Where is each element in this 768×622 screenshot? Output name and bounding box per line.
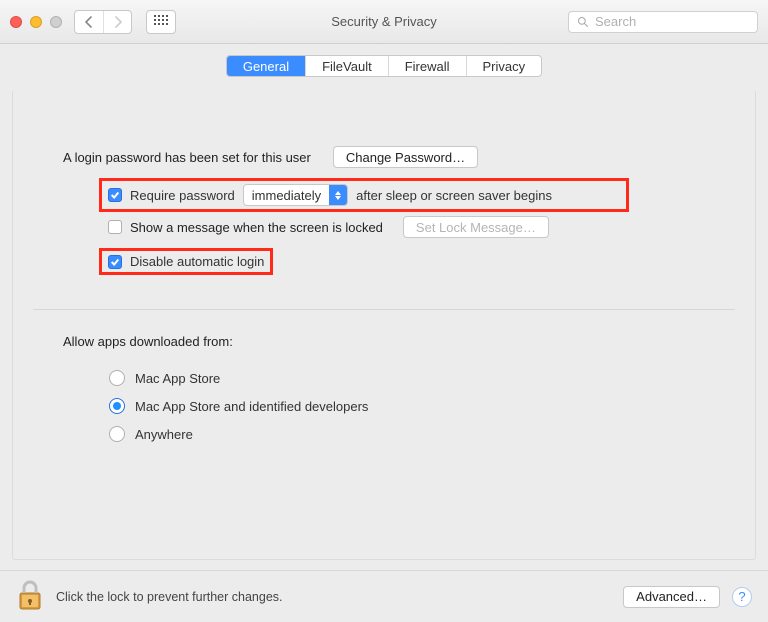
radio-button[interactable] <box>109 426 125 442</box>
advanced-button[interactable]: Advanced… <box>623 586 720 608</box>
login-section: A login password has been set for this u… <box>13 116 755 297</box>
disable-auto-login-highlight: Disable automatic login <box>99 248 273 275</box>
require-password-highlight: Require password immediately after sleep… <box>99 178 629 212</box>
gatekeeper-section: Allow apps downloaded from: Mac App Stor… <box>13 310 755 468</box>
tab-firewall[interactable]: Firewall <box>388 56 466 76</box>
gatekeeper-option-identified[interactable]: Mac App Store and identified developers <box>63 392 705 420</box>
body: General FileVault Firewall Privacy A log… <box>0 44 768 570</box>
tab-label: General <box>243 59 289 74</box>
gatekeeper-option-anywhere[interactable]: Anywhere <box>63 420 705 448</box>
radio-label: Anywhere <box>135 427 193 442</box>
tab-privacy[interactable]: Privacy <box>466 56 542 76</box>
set-lock-message-button[interactable]: Set Lock Message… <box>403 216 549 238</box>
change-password-button[interactable]: Change Password… <box>333 146 478 168</box>
show-message-row: Show a message when the screen is locked… <box>99 214 705 240</box>
radio-label: Mac App Store and identified developers <box>135 399 368 414</box>
password-set-row: A login password has been set for this u… <box>63 144 705 170</box>
login-options: Require password immediately after sleep… <box>63 176 705 277</box>
disable-auto-login-checkbox[interactable] <box>108 255 122 269</box>
select-stepper-icon <box>329 185 347 205</box>
password-set-text: A login password has been set for this u… <box>63 150 311 165</box>
search-placeholder: Search <box>595 14 636 29</box>
tabs: General FileVault Firewall Privacy <box>226 55 542 77</box>
require-password-checkbox[interactable] <box>108 188 122 202</box>
zoom-button[interactable] <box>50 16 62 28</box>
tab-general[interactable]: General <box>227 56 305 76</box>
delay-selected-value: immediately <box>252 188 321 203</box>
content: A login password has been set for this u… <box>12 90 756 560</box>
show-message-label: Show a message when the screen is locked <box>130 220 383 235</box>
search-icon <box>577 16 589 28</box>
search-field[interactable]: Search <box>568 11 758 33</box>
tabs-row: General FileVault Firewall Privacy <box>0 43 768 77</box>
show-all-button[interactable] <box>146 10 176 34</box>
footer: Click the lock to prevent further change… <box>0 570 768 622</box>
require-password-label: Require password <box>130 188 235 203</box>
titlebar: Security & Privacy Search <box>0 0 768 44</box>
radio-label: Mac App Store <box>135 371 220 386</box>
require-password-delay-select[interactable]: immediately <box>243 184 348 206</box>
lock-icon[interactable] <box>16 579 44 614</box>
disable-auto-login-label: Disable automatic login <box>130 254 264 269</box>
traffic-lights <box>10 16 62 28</box>
radio-button[interactable] <box>109 370 125 386</box>
lock-text: Click the lock to prevent further change… <box>56 590 283 604</box>
help-button[interactable]: ? <box>732 587 752 607</box>
gatekeeper-heading: Allow apps downloaded from: <box>63 334 233 349</box>
gatekeeper-option-appstore[interactable]: Mac App Store <box>63 364 705 392</box>
back-button[interactable] <box>75 11 103 33</box>
tab-label: Firewall <box>405 59 450 74</box>
radio-button[interactable] <box>109 398 125 414</box>
forward-button[interactable] <box>103 11 131 33</box>
grid-icon <box>154 15 168 29</box>
minimize-button[interactable] <box>30 16 42 28</box>
show-message-checkbox[interactable] <box>108 220 122 234</box>
security-privacy-window: Security & Privacy Search General FileVa… <box>0 0 768 622</box>
close-button[interactable] <box>10 16 22 28</box>
after-sleep-text: after sleep or screen saver begins <box>356 188 552 203</box>
tab-filevault[interactable]: FileVault <box>305 56 388 76</box>
nav-group <box>74 10 132 34</box>
tab-label: Privacy <box>483 59 526 74</box>
tab-label: FileVault <box>322 59 372 74</box>
